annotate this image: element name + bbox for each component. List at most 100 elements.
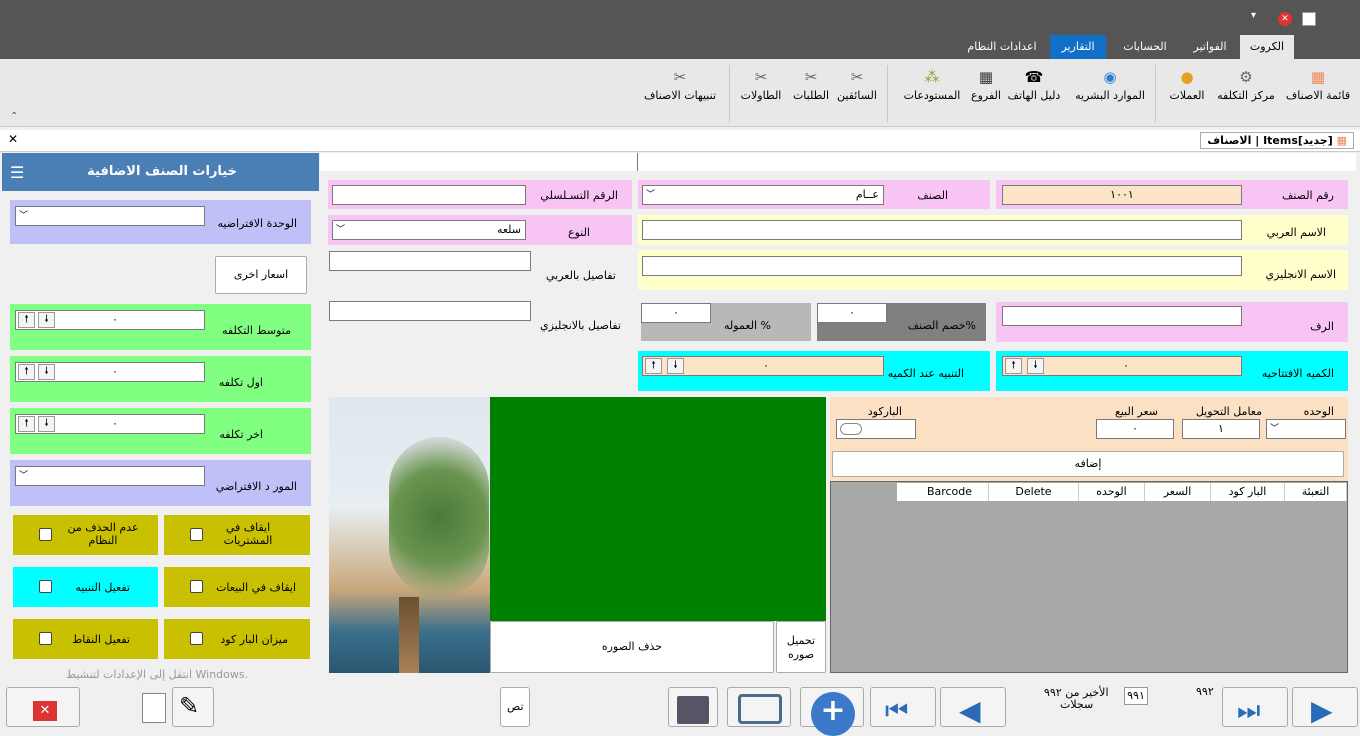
save-button[interactable] — [668, 687, 718, 727]
tab-invoices[interactable]: الفواتير — [1180, 35, 1240, 59]
no-delete-option: عدم الحذف من النظام — [13, 515, 158, 555]
avg-cost-value: ٠ — [112, 313, 118, 326]
up-arrow-icon[interactable]: 🠕 — [18, 312, 35, 328]
tab-cards[interactable]: الكروت — [1240, 35, 1294, 59]
column-header[interactable]: التعبئة — [1285, 483, 1347, 501]
down-arrow-icon[interactable]: 🠗 — [38, 312, 55, 328]
first-cost-row: 🠕 🠗 ٠ اول تكلفه — [10, 356, 311, 402]
serial-field[interactable] — [332, 185, 526, 205]
column-header[interactable]: الوحده — [1079, 483, 1145, 501]
tab-reports[interactable]: التقارير — [1050, 35, 1106, 59]
last-cost-stepper[interactable]: 🠕 🠗 ٠ — [15, 414, 205, 434]
tab-system-settings[interactable]: اعدادات النظام — [954, 35, 1050, 59]
discount-label: خصم الصنف% — [907, 319, 976, 332]
enable-points-checkbox[interactable] — [39, 632, 52, 645]
pier-graphic — [399, 597, 419, 673]
first-record-button[interactable]: ⏮ — [870, 687, 936, 727]
price-field[interactable]: ٠ — [1096, 419, 1174, 439]
scale-barcode-checkbox[interactable] — [190, 632, 203, 645]
english-name-field[interactable] — [642, 256, 1242, 276]
previous-record-button[interactable]: ◀ — [940, 687, 1006, 727]
collapse-ribbon-icon[interactable]: ⌃ — [10, 111, 18, 122]
ribbon-hr[interactable]: ◉ الموارد البشريه — [1070, 67, 1150, 117]
default-supplier-select[interactable]: ﹀ — [15, 466, 205, 486]
ribbon-items-list[interactable]: ▦ قائمة الاصناف — [1282, 67, 1354, 117]
opening-qty-stepper[interactable]: 🠕 🠗 ٠ — [1002, 356, 1242, 376]
ribbon-branches[interactable]: ▦ الفروع — [968, 67, 1004, 117]
alert-qty-stepper[interactable]: 🠕 🠗 ٠ — [642, 356, 884, 376]
document-icon: ▦ — [1336, 134, 1347, 147]
down-arrow-icon[interactable]: 🠗 — [38, 364, 55, 380]
add-unit-button[interactable]: إضافه — [832, 451, 1344, 477]
up-arrow-icon[interactable]: 🠕 — [18, 416, 35, 432]
add-record-button[interactable]: + — [800, 687, 864, 736]
column-header[interactable]: Barcode — [911, 483, 989, 501]
shelf-field[interactable] — [1002, 306, 1242, 326]
close-icon[interactable]: ✕ — [1278, 12, 1292, 26]
up-arrow-icon[interactable]: 🠕 — [645, 358, 662, 374]
close-document-icon[interactable]: ✕ — [8, 132, 18, 146]
avg-cost-stepper[interactable]: 🠕 🠗 ٠ — [15, 310, 205, 330]
barcode-label: الباركود — [867, 405, 902, 418]
ribbon-orders[interactable]: ✂ الطلبات — [790, 67, 832, 117]
app-icon[interactable] — [1302, 12, 1316, 26]
ribbon-separator — [1155, 65, 1156, 123]
enable-alert-checkbox[interactable] — [39, 580, 52, 593]
details-english-field[interactable] — [329, 301, 531, 321]
column-header[interactable]: السعر — [1145, 483, 1211, 501]
column-header[interactable]: البار كود — [1211, 483, 1285, 501]
arabic-name-field[interactable] — [642, 220, 1242, 240]
english-name-row: الاسم الانجليزي — [638, 250, 1348, 290]
tab-accounts[interactable]: الحسابات — [1110, 35, 1180, 59]
edit-button[interactable]: ✎ — [172, 687, 214, 727]
current-record-field[interactable]: ٩٩١ — [1124, 687, 1148, 705]
item-no-field[interactable]: ١٠٠١ — [1002, 185, 1242, 205]
ribbon-label: مركز التكلفه — [1217, 89, 1275, 102]
units-table[interactable]: التعبئة البار كود السعر الوحده Delete Ba… — [830, 481, 1348, 673]
commission-field[interactable]: ٠ — [641, 303, 711, 323]
delete-image-button[interactable]: حذف الصوره — [490, 621, 774, 673]
up-arrow-icon[interactable]: 🠕 — [18, 364, 35, 380]
class-select[interactable]: ﹀ عــام — [642, 185, 884, 205]
ribbon-cost-center[interactable]: ⚙ مركز التكلفه — [1216, 67, 1276, 117]
delete-record-button[interactable]: ✕ — [6, 687, 80, 727]
alert-qty-value: ٠ — [763, 359, 769, 372]
down-arrow-icon[interactable]: 🠗 — [667, 358, 684, 374]
ribbon-currencies[interactable]: ● العملات — [1164, 67, 1210, 117]
default-unit-select[interactable]: ﹀ — [15, 206, 205, 226]
alert-qty-label: التنبيه عند الكميه — [887, 367, 964, 380]
grid-report-icon[interactable] — [142, 693, 166, 723]
search-button[interactable] — [727, 687, 791, 727]
load-image-button[interactable]: تحميل صوره — [776, 621, 826, 673]
ribbon-tables[interactable]: ✂ الطاولات — [736, 67, 786, 117]
document-tab[interactable]: الاصناف | Items[جديد] ▦ — [1200, 132, 1354, 149]
no-delete-checkbox[interactable] — [39, 528, 52, 541]
misc-button[interactable]: تص — [500, 687, 530, 727]
stop-purchases-checkbox[interactable] — [190, 528, 203, 541]
first-cost-label: اول تكلفه — [218, 376, 263, 389]
enable-alert-label: تفعيل التنبيه — [75, 581, 130, 594]
down-arrow-icon[interactable]: 🠗 — [1027, 358, 1044, 374]
last-cost-row: 🠕 🠗 ٠ اخر تكلفه — [10, 408, 311, 454]
type-select[interactable]: ﹀ سلعه — [332, 220, 526, 240]
up-arrow-icon[interactable]: 🠕 — [1005, 358, 1022, 374]
ribbon-warehouses[interactable]: ⁂ المستودعات — [902, 67, 962, 117]
dropdown-icon[interactable]: ▾ — [1251, 10, 1256, 21]
next-record-button[interactable]: ▶ — [1292, 687, 1358, 727]
details-arabic-field[interactable] — [329, 251, 531, 271]
factor-field[interactable]: ١ — [1182, 419, 1260, 439]
ribbon-phone-book[interactable]: ☎ دليل الهاتف — [1000, 67, 1068, 117]
down-arrow-icon[interactable]: 🠗 — [38, 416, 55, 432]
discount-field[interactable]: ٠ — [817, 303, 887, 323]
first-cost-stepper[interactable]: 🠕 🠗 ٠ — [15, 362, 205, 382]
menu-icon[interactable]: ☰ — [10, 163, 24, 182]
misc-label: تص — [507, 700, 524, 713]
column-header[interactable]: Delete — [989, 483, 1079, 501]
stop-sales-checkbox[interactable] — [190, 580, 203, 593]
last-record-button[interactable]: ⏭ — [1222, 687, 1288, 727]
ribbon-item-alerts[interactable]: ✂ تنبيهات الاصناف — [638, 67, 722, 117]
barcode-field[interactable] — [836, 419, 916, 439]
other-prices-button[interactable]: اسعار اخرى — [215, 256, 307, 294]
ribbon-drivers[interactable]: ✂ السائقين — [832, 67, 882, 117]
unit-select[interactable]: ﹀ — [1266, 419, 1346, 439]
